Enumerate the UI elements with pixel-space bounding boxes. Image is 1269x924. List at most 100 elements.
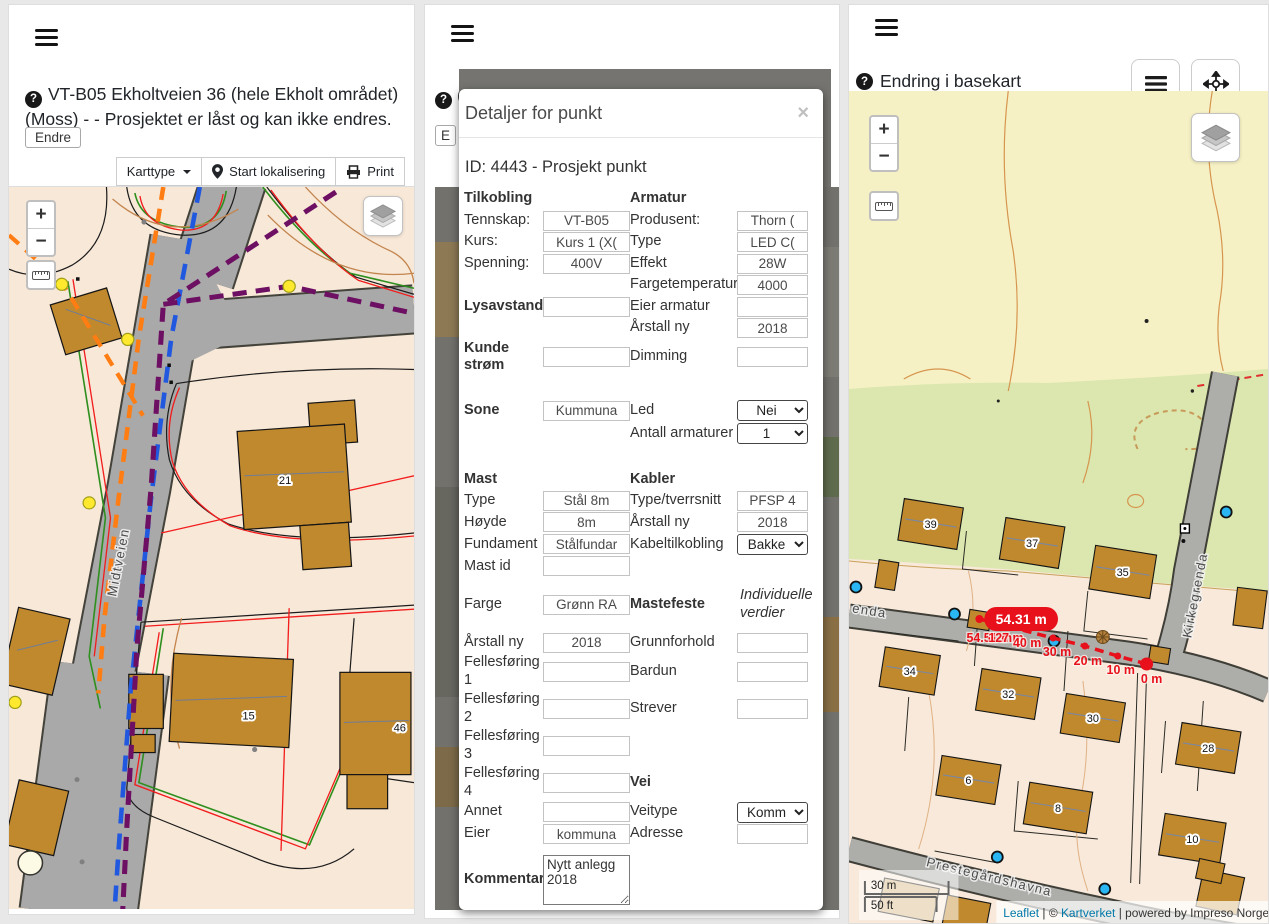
form-input[interactable] — [543, 232, 630, 252]
karttype-label: Karttype — [127, 164, 175, 179]
leaflet-link[interactable]: Leaflet — [1003, 906, 1040, 920]
svg-text:Leaflet | © Kartverket | power: Leaflet | © Kartverket | powered by Impr… — [1003, 906, 1268, 920]
measure-button[interactable] — [26, 260, 56, 290]
form-input[interactable] — [543, 254, 630, 274]
form-select[interactable]: Bakke — [737, 534, 808, 555]
form-select[interactable]: Komm — [737, 802, 808, 823]
form-input[interactable] — [543, 556, 630, 576]
karttype-button[interactable]: Karttype — [116, 157, 202, 186]
tree-icon — [1096, 630, 1110, 644]
form-input[interactable] — [543, 662, 630, 682]
start-lokalisering-button[interactable]: Start lokalisering — [201, 157, 336, 186]
form-input[interactable] — [737, 824, 808, 844]
zoom-out-button[interactable]: − — [871, 143, 897, 170]
modal-header: Detaljer for punkt × — [459, 89, 823, 138]
form-input[interactable] — [543, 595, 630, 615]
building-label: 15 — [242, 711, 254, 723]
form-input[interactable] — [543, 491, 630, 511]
building-label: 8 — [1055, 803, 1061, 815]
map-project[interactable]: Midtveien 21 15 46 + − — [9, 186, 414, 909]
point-id-heading: ID: 4443 - Prosjekt punkt — [465, 158, 809, 177]
project-title: ?VT-B05 Ekholtveien 36 (hele Ekholt områ… — [25, 83, 406, 131]
help-icon[interactable]: ? — [25, 91, 42, 108]
form-row: TilkoblingArmatur — [464, 189, 809, 209]
comment-textarea[interactable] — [543, 855, 630, 905]
menu-icon[interactable] — [35, 29, 58, 51]
form-input[interactable] — [543, 534, 630, 554]
form-row: Antall armaturer1 — [464, 423, 809, 444]
building-label: 10 — [1186, 834, 1198, 846]
form-input[interactable] — [543, 633, 630, 653]
form-section-header: Kabler — [630, 471, 737, 489]
form-label: Farge — [464, 596, 543, 614]
layers-button[interactable] — [1191, 113, 1240, 162]
zoom-in-button[interactable]: + — [871, 117, 897, 143]
building-label: 46 — [394, 723, 406, 735]
form-row: Kunde strømDimming — [464, 340, 809, 375]
form-input[interactable] — [737, 318, 808, 338]
help-icon[interactable]: ? — [856, 73, 873, 90]
layers-button[interactable] — [363, 196, 403, 236]
form-label: Årstall ny — [630, 514, 737, 532]
kartverket-link[interactable]: Kartverket — [1061, 906, 1116, 920]
form-label: Fundament — [464, 536, 543, 554]
zoom-out-button[interactable]: − — [28, 228, 54, 255]
form-input[interactable] — [543, 699, 630, 719]
form-input[interactable] — [543, 512, 630, 532]
form-input[interactable] — [737, 633, 808, 653]
basemap-title-text: Endring i basekart — [880, 71, 1021, 92]
manhole-circle — [18, 851, 42, 875]
form-select[interactable]: 1 — [737, 423, 808, 444]
form-select[interactable]: Nei — [737, 400, 808, 421]
start-lokalisering-label: Start lokalisering — [229, 164, 325, 179]
form-input[interactable] — [737, 699, 808, 719]
form-input[interactable] — [737, 254, 808, 274]
form-input[interactable] — [737, 662, 808, 682]
map-basemap[interactable]: 54.51 m 127 m 40 m 30 m 20 m 10 m 0 m 54… — [849, 91, 1268, 924]
form-row: Høyde Årstall ny — [464, 512, 809, 532]
panel-basemap-change: ? Endring i basekart — [848, 4, 1269, 924]
form-label: Type — [464, 492, 543, 510]
form-input[interactable] — [737, 512, 808, 532]
menu-icon[interactable] — [451, 25, 474, 47]
form-input[interactable] — [543, 736, 630, 756]
form-row: Årstall ny — [464, 318, 809, 338]
zoom-control: + − — [869, 115, 899, 172]
form-label: Høyde — [464, 514, 543, 532]
form-gap — [464, 624, 809, 633]
form-input[interactable] — [543, 297, 630, 317]
form-input[interactable] — [543, 211, 630, 231]
form-input[interactable] — [543, 802, 630, 822]
form-input[interactable] — [737, 232, 808, 252]
form-input[interactable] — [737, 347, 808, 367]
menu-icon[interactable] — [875, 19, 898, 41]
form-input[interactable] — [543, 401, 630, 421]
form-input[interactable] — [737, 297, 808, 317]
endre-button[interactable]: Endre — [25, 127, 81, 148]
close-icon[interactable]: × — [797, 103, 809, 123]
endre-button-fragment[interactable]: E — [435, 125, 456, 146]
form-note: Individuelle verdier — [737, 587, 808, 622]
form-input[interactable] — [737, 491, 808, 511]
location-pin-icon — [212, 164, 223, 179]
form-row: Fellesføring 4Vei — [464, 765, 809, 800]
form-label: Fellesføring 1 — [464, 654, 543, 689]
form-gap — [464, 846, 809, 855]
form-input[interactable] — [543, 773, 630, 793]
form-input[interactable] — [737, 275, 808, 295]
form-input[interactable] — [543, 347, 630, 367]
form-row: MastKabler — [464, 469, 809, 489]
form-label: Eier — [464, 825, 543, 843]
form-row: AnnetVeitypeKomm — [464, 802, 809, 823]
form-input[interactable] — [543, 824, 630, 844]
zoom-in-button[interactable]: + — [28, 202, 54, 228]
print-label: Print — [367, 164, 394, 179]
svg-text:30 m: 30 m — [871, 880, 896, 892]
form-label: Type/tverrsnitt — [630, 492, 737, 510]
panel-project-map: ?VT-B05 Ekholtveien 36 (hele Ekholt områ… — [8, 4, 415, 915]
measure-button[interactable] — [869, 191, 899, 221]
form-row: SoneLedNei — [464, 400, 809, 421]
form-input[interactable] — [737, 211, 808, 231]
print-button[interactable]: Print — [335, 157, 405, 186]
measure-tick-label: 30 m — [1043, 645, 1071, 659]
